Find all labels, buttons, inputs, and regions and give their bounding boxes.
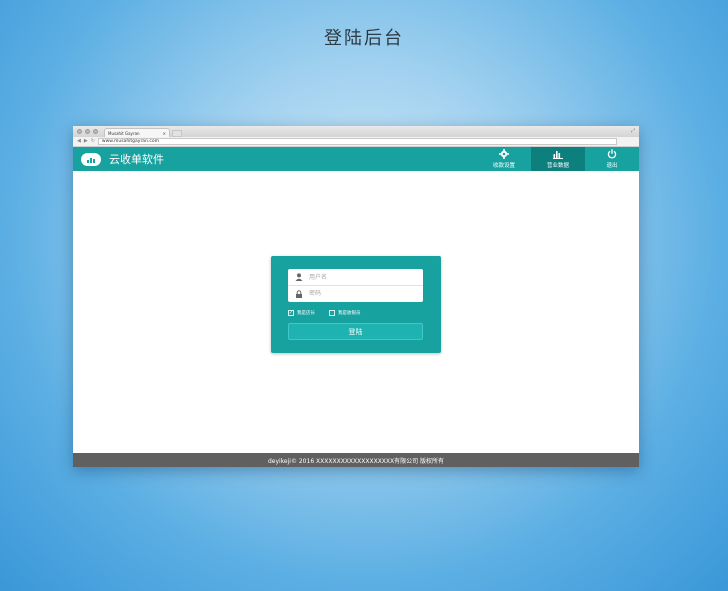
fullscreen-icon[interactable]: ⤢ xyxy=(631,128,635,134)
window-controls xyxy=(77,129,98,134)
maximize-window-button[interactable] xyxy=(93,129,98,134)
browser-titlebar: Musahit Gayran × ⤢ xyxy=(73,126,639,137)
nav-logout[interactable]: 退出 xyxy=(585,147,639,171)
login-panel: ✓ 我是店长 我是收银员 登陆 xyxy=(271,256,441,353)
user-icon xyxy=(294,273,303,282)
cloud-logo-icon xyxy=(81,152,101,166)
new-tab-button[interactable] xyxy=(172,129,182,137)
nav-label: 收款设置 xyxy=(492,163,515,169)
app-header: 云收单软件 收款设置 营业数据 退出 xyxy=(73,147,639,171)
nav-label: 退出 xyxy=(606,163,618,169)
password-row xyxy=(288,285,423,301)
password-input[interactable] xyxy=(309,288,409,299)
role-owner-option[interactable]: ✓ 我是店长 xyxy=(288,310,315,316)
nav-business-data[interactable]: 营业数据 xyxy=(531,147,585,171)
role-cashier-label: 我是收银员 xyxy=(338,311,361,316)
power-icon xyxy=(607,149,617,159)
header-nav: 收款设置 营业数据 退出 xyxy=(477,147,639,171)
username-row xyxy=(288,269,423,285)
footer-copyright: deyikeji© 2016 XXXXXXXXXXXXXXXXXXX有限公司 版… xyxy=(267,457,445,465)
main-content: ✓ 我是店长 我是收银员 登陆 xyxy=(73,171,639,448)
forward-arrow-icon[interactable]: ▶ xyxy=(84,139,88,144)
page-title: 登陆后台 xyxy=(324,28,404,49)
role-owner-label: 我是店长 xyxy=(297,311,315,316)
browser-tab-title: Musahit Gayran xyxy=(108,130,140,136)
app-title: 云收单软件 xyxy=(109,153,164,166)
gear-icon xyxy=(499,149,509,159)
address-bar[interactable]: www.musahitgayran.com xyxy=(97,138,617,145)
footer: deyikeji© 2016 XXXXXXXXXXXXXXXXXXX有限公司 版… xyxy=(73,453,639,467)
browser-window: Musahit Gayran × ⤢ ◀ ▶ ↻ www.musahitgayr… xyxy=(73,126,639,467)
browser-toolbar: ◀ ▶ ↻ www.musahitgayran.com xyxy=(73,137,639,147)
login-button[interactable]: 登陆 xyxy=(288,323,423,340)
back-arrow-icon[interactable]: ◀ xyxy=(77,139,81,144)
tab-close-icon[interactable]: × xyxy=(163,131,166,136)
reload-icon[interactable]: ↻ xyxy=(91,139,95,144)
username-input[interactable] xyxy=(309,272,409,282)
browser-tab[interactable]: Musahit Gayran × xyxy=(104,128,170,137)
lock-icon xyxy=(294,289,303,298)
owner-checkbox[interactable]: ✓ xyxy=(288,310,294,316)
role-cashier-option[interactable]: 我是收银员 xyxy=(329,310,361,316)
login-fields xyxy=(288,269,423,302)
role-options: ✓ 我是店长 我是收银员 xyxy=(288,310,361,316)
nav-payment-settings[interactable]: 收款设置 xyxy=(477,147,531,171)
nav-label: 营业数据 xyxy=(546,162,569,169)
close-window-button[interactable] xyxy=(77,129,82,134)
minimize-window-button[interactable] xyxy=(85,129,90,134)
cashier-checkbox[interactable] xyxy=(329,310,335,316)
bar-chart-icon xyxy=(553,150,563,159)
